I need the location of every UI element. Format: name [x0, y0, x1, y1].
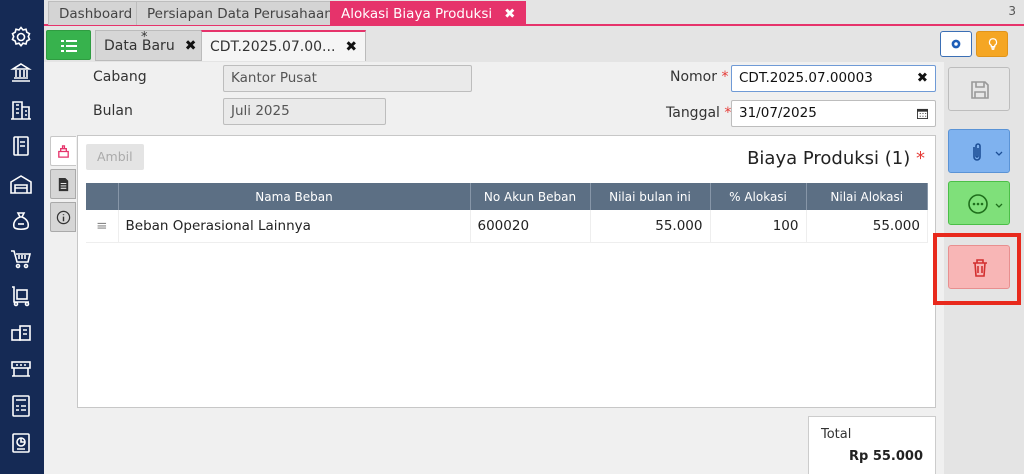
nilai-bulan-cell: 55.000	[590, 210, 711, 243]
trolley-icon[interactable]	[9, 284, 33, 308]
lightbulb-icon	[988, 38, 998, 50]
inventory-icon[interactable]	[9, 320, 33, 344]
cart-icon[interactable]	[9, 247, 33, 271]
list-button[interactable]	[46, 30, 91, 60]
info-icon	[56, 210, 71, 225]
persen-alokasi-cell: 100	[710, 210, 807, 243]
table-header-row: Nama Beban No Akun Beban Nilai bulan ini…	[86, 183, 928, 210]
column-header[interactable]: Nilai bulan ini	[590, 183, 711, 210]
side-tab-info[interactable]	[50, 202, 76, 232]
tab-count[interactable]: 3	[1008, 4, 1016, 18]
report-icon[interactable]	[9, 431, 33, 455]
detail-card: Ambil Biaya Produksi (1) * Nama Beban No…	[77, 135, 936, 408]
chevron-down-icon	[995, 151, 1003, 156]
tanggal-label: Tanggal *	[666, 105, 731, 121]
calendar-icon[interactable]	[917, 108, 928, 119]
total-label: Total	[821, 427, 852, 442]
table-row[interactable]: ≡ Beban Operasional Lainnya 600020 55.00…	[86, 210, 928, 243]
list-icon	[61, 40, 77, 52]
tab-data-baru[interactable]: Data Baru ✖	[95, 30, 206, 61]
tanggal-input[interactable]: 31/07/2025	[731, 100, 936, 127]
nomor-value: CDT.2025.07.00003	[739, 70, 873, 86]
warehouse-icon[interactable]	[9, 172, 33, 196]
tax-icon[interactable]	[9, 394, 33, 418]
clear-icon[interactable]: ✖	[917, 66, 928, 91]
bulan-field: Juli 2025	[223, 98, 386, 125]
document-icon	[58, 177, 69, 192]
sidebar	[0, 0, 44, 474]
cabang-label: Cabang	[93, 69, 147, 85]
ledger-icon[interactable]	[9, 134, 33, 158]
paperclip-icon	[973, 143, 981, 161]
tab-alokasi-biaya[interactable]: Alokasi Biaya Produksi ✖	[330, 1, 527, 25]
column-header[interactable]: Nama Beban	[118, 183, 471, 210]
production-icon[interactable]	[9, 357, 33, 381]
close-icon[interactable]: ✖	[504, 6, 515, 22]
tips-button[interactable]	[976, 31, 1008, 57]
tab-label: Alokasi Biaya Produksi	[341, 6, 493, 22]
cabang-value: Kantor Pusat	[231, 70, 317, 86]
detail-title: Biaya Produksi (1) *	[747, 148, 925, 169]
nilai-alokasi-cell: 55.000	[806, 210, 928, 243]
total-value: Rp 55.000	[848, 449, 923, 464]
detail-title-text: Biaya Produksi (1)	[747, 148, 911, 169]
top-tab-bar: Dashboard Persiapan Data Perusahaan Alok…	[44, 0, 1024, 26]
more-icon	[968, 194, 988, 214]
cabang-field: Kantor Pusat	[223, 65, 472, 92]
save-icon	[971, 81, 989, 99]
tab-dashboard[interactable]: Dashboard	[48, 1, 144, 25]
tab-label: Persiapan Data Perusahaan	[147, 6, 333, 22]
drag-handle-icon[interactable]: ≡	[86, 210, 119, 243]
nomor-label: Nomor *	[670, 69, 728, 85]
close-icon[interactable]: ✖	[345, 39, 357, 55]
column-header[interactable]: % Alokasi	[710, 183, 807, 210]
save-button[interactable]	[948, 67, 1010, 111]
nomor-label-text: Nomor	[670, 69, 717, 85]
handle-header	[86, 183, 119, 210]
gear-icon	[951, 39, 961, 49]
side-tab-items[interactable]	[50, 136, 76, 166]
attachment-button[interactable]	[948, 129, 1010, 173]
tab-cdt[interactable]: CDT.2025.07.00... ✖	[201, 30, 367, 61]
tab-label: Dashboard	[59, 6, 133, 22]
column-header[interactable]: Nilai Alokasi	[806, 183, 928, 210]
tanggal-value: 31/07/2025	[739, 105, 817, 121]
tab-label: CDT.2025.07.00...	[210, 39, 336, 55]
delete-highlight-box	[933, 233, 1021, 305]
required-mark: *	[721, 69, 729, 85]
more-button[interactable]	[948, 181, 1010, 225]
settings-icon[interactable]	[9, 25, 33, 49]
tab-label: Data Baru	[104, 38, 175, 54]
money-bag-icon[interactable]	[9, 209, 33, 233]
bank-icon[interactable]	[9, 61, 33, 85]
close-icon[interactable]: ✖	[185, 38, 197, 54]
total-box: Total Rp 55.000	[808, 416, 936, 474]
column-header[interactable]: No Akun Beban	[470, 183, 591, 210]
required-mark: *	[916, 148, 925, 169]
building-icon[interactable]	[9, 98, 33, 122]
nama-beban-cell: Beban Operasional Lainnya	[118, 210, 471, 243]
side-tab-notes[interactable]	[50, 169, 76, 199]
tab-persiapan-data[interactable]: Persiapan Data Perusahaan	[136, 1, 344, 25]
unsaved-marker: *	[141, 30, 148, 45]
detail-table: Nama Beban No Akun Beban Nilai bulan ini…	[86, 183, 928, 243]
main-panel: Cabang Kantor Pusat Bulan Juli 2025 Nomo…	[44, 62, 944, 474]
bulan-label: Bulan	[93, 103, 133, 119]
sub-tab-bar: Data Baru ✖ * CDT.2025.07.00... ✖	[44, 26, 1024, 62]
ambil-button[interactable]: Ambil	[86, 144, 144, 170]
no-akun-cell: 600020	[470, 210, 591, 243]
chevron-down-icon	[995, 203, 1003, 208]
bulan-value: Juli 2025	[231, 103, 290, 119]
items-icon	[58, 145, 69, 158]
tanggal-label-text: Tanggal	[666, 105, 720, 121]
settings-button[interactable]	[940, 31, 972, 57]
nomor-input[interactable]: CDT.2025.07.00003 ✖	[731, 65, 936, 92]
